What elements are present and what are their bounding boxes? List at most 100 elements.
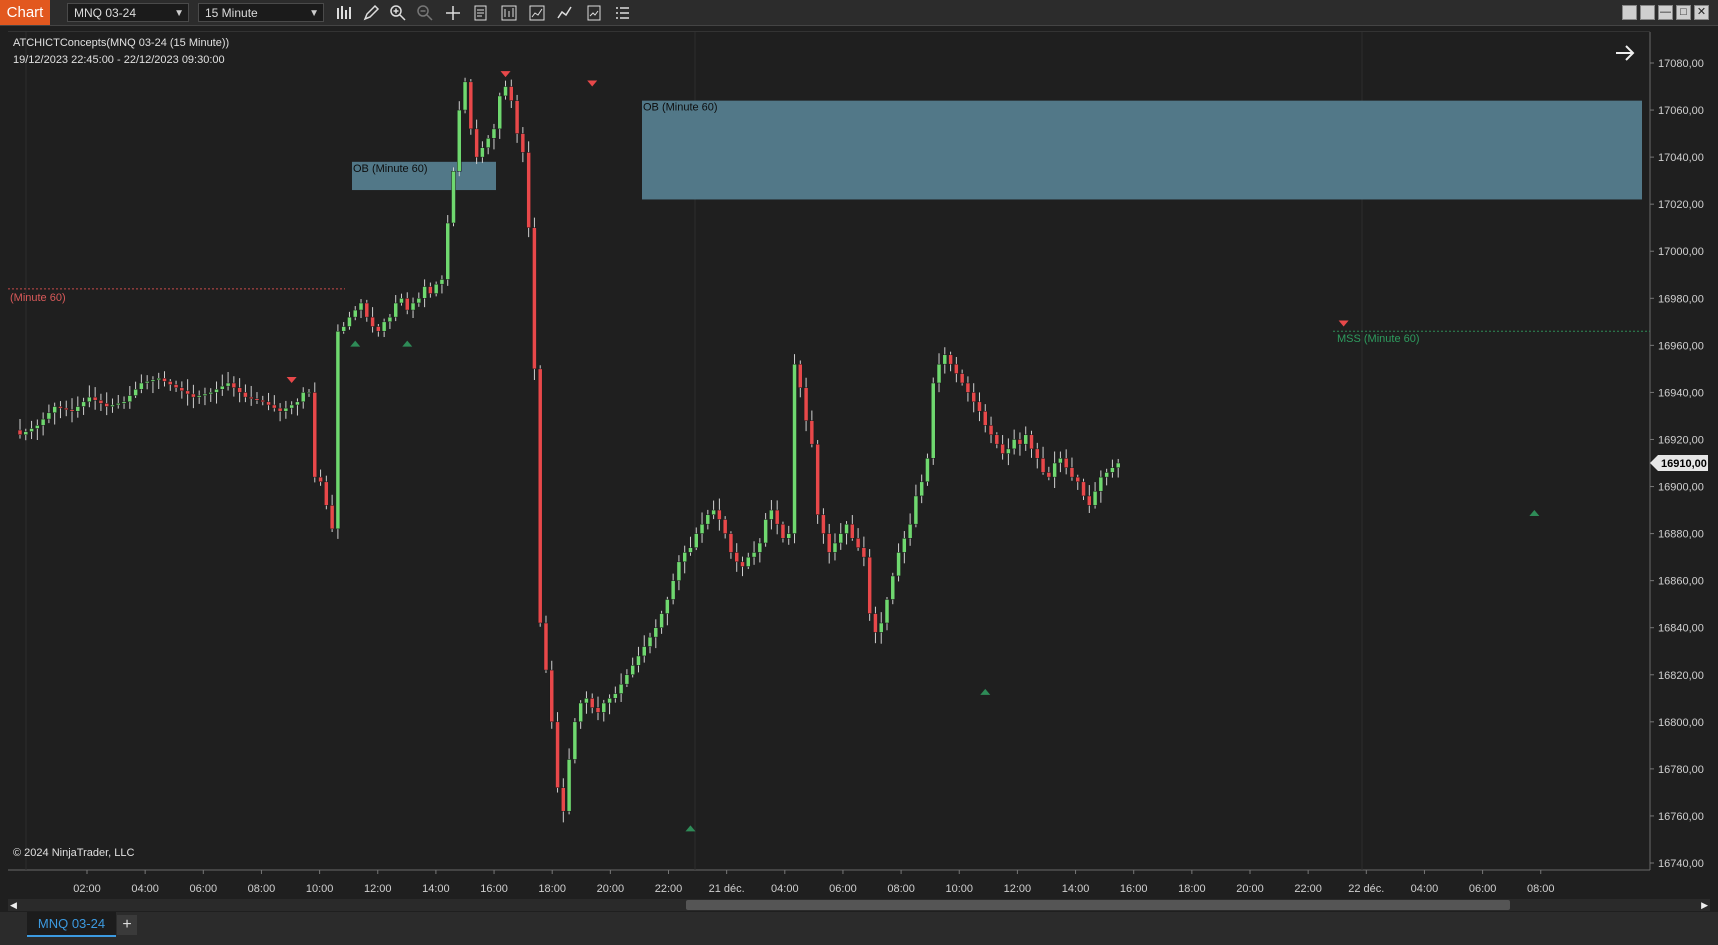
candle-body: [769, 509, 774, 520]
candle-body: [231, 382, 237, 388]
candle-body: [826, 533, 832, 553]
candle-body: [977, 401, 982, 412]
candle-body: [520, 133, 526, 153]
candle-body: [630, 665, 635, 676]
candle-body: [410, 302, 416, 311]
candle-body: [936, 363, 942, 384]
price-axis-label: 16820,00: [1658, 670, 1704, 682]
candle-body: [832, 542, 838, 553]
chart-properties-icon[interactable]: [500, 4, 518, 22]
chevron-down-icon: ▼: [174, 8, 184, 19]
candle-body: [35, 425, 40, 429]
price-axis-label: 16940,00: [1658, 387, 1704, 399]
horizontal-scrollbar[interactable]: ◀ ▶: [8, 899, 1710, 911]
candle-body: [1075, 476, 1080, 483]
instrument-select[interactable]: MNQ 03-24 ▼: [67, 3, 189, 22]
indicators-icon[interactable]: [556, 4, 574, 22]
strategies-icon[interactable]: [528, 4, 546, 22]
draw-pencil-icon[interactable]: [362, 4, 380, 22]
candle-body: [439, 279, 445, 285]
candle-body: [63, 407, 69, 410]
candle-body: [485, 138, 491, 148]
candle-body: [942, 354, 948, 365]
candle-body: [352, 309, 358, 318]
interval-select[interactable]: 15 Minute ▼: [198, 3, 324, 22]
mss-label: MSS (Minute 60): [1337, 333, 1420, 345]
candle-body: [757, 542, 763, 553]
candle-body: [618, 683, 624, 694]
time-axis-label: 18:00: [538, 883, 566, 895]
chart-toolbar: Chart MNQ 03-24 ▼ 15 Minute ▼ — □ ✕: [0, 0, 1718, 26]
time-axis-label: 02:00: [73, 883, 101, 895]
candle-body: [185, 390, 190, 395]
data-box-icon[interactable]: [472, 4, 490, 22]
candle-body: [537, 368, 543, 624]
candle-body: [867, 556, 872, 614]
candle-body: [306, 392, 312, 394]
candle-body: [133, 389, 138, 396]
candle-body: [451, 170, 456, 224]
candle-body: [578, 702, 583, 723]
candle-body: [254, 398, 260, 401]
candle-body: [405, 298, 410, 311]
candle-body: [208, 392, 213, 395]
candle-body: [572, 721, 578, 760]
crosshair-icon[interactable]: [444, 4, 462, 22]
menu-list-icon[interactable]: [613, 4, 631, 22]
close-icon[interactable]: ✕: [1694, 5, 1709, 20]
candle-body: [1029, 434, 1034, 450]
candle-body: [491, 128, 497, 139]
candle-body: [1081, 481, 1086, 497]
candle-body: [457, 109, 462, 172]
candle-body: [711, 509, 716, 516]
add-tab-button[interactable]: +: [117, 915, 137, 935]
candle-body: [798, 363, 803, 388]
candle-body: [566, 759, 572, 812]
tile-icon[interactable]: [1622, 5, 1637, 20]
price-axis-label: 17020,00: [1658, 199, 1704, 211]
candle-body: [312, 392, 318, 478]
level-left-label: (Minute 60): [10, 292, 66, 304]
candle-body: [300, 392, 306, 403]
zoom-in-icon[interactable]: [389, 4, 407, 22]
candle-body: [722, 519, 728, 534]
candle-body: [526, 152, 531, 228]
candle-body: [92, 396, 98, 401]
zoom-out-icon[interactable]: [416, 4, 434, 22]
chart-trader-icon[interactable]: [585, 4, 603, 22]
candlestick-chart[interactable]: 17080,00 17060,00 17040,00 17020,00 17000,00…: [8, 32, 1718, 900]
candle-body: [1035, 448, 1040, 459]
candle-body: [1110, 467, 1115, 473]
candle-body: [613, 693, 618, 699]
candle-body: [514, 100, 520, 134]
tile-2-icon[interactable]: [1640, 5, 1655, 20]
time-axis-label: 14:00: [1062, 883, 1090, 895]
chart-panel[interactable]: 17080,00 17060,00 17040,00 17020,00 17000,00…: [8, 31, 1708, 895]
candle-body: [248, 396, 254, 399]
time-axis-label: 08:00: [1527, 883, 1555, 895]
candle-body: [641, 646, 647, 657]
scroll-left-icon[interactable]: ◀: [10, 899, 17, 911]
candle-body: [110, 404, 115, 407]
time-axis-label: 22:00: [1294, 883, 1322, 895]
candle-body: [965, 382, 971, 393]
scroll-right-icon[interactable]: ▶: [1701, 899, 1708, 911]
candle-body: [168, 381, 173, 385]
bar-type-icon[interactable]: [335, 4, 353, 22]
candle-body: [740, 561, 745, 567]
candle-body: [532, 227, 537, 370]
instrument-tab-bar: MNQ 03-24 +: [0, 912, 1718, 945]
candle-body: [433, 283, 439, 294]
minimize-icon[interactable]: —: [1658, 5, 1673, 20]
scrollbar-thumb[interactable]: [686, 900, 1510, 910]
maximize-icon[interactable]: □: [1676, 5, 1691, 20]
interval-select-value: 15 Minute: [205, 6, 258, 20]
candle-body: [896, 552, 901, 577]
tab-mnq-03-24[interactable]: MNQ 03-24: [27, 912, 116, 937]
chart-tab[interactable]: Chart: [0, 0, 50, 25]
candle-body: [1087, 495, 1092, 506]
candle-body: [705, 514, 711, 525]
candle-body: [295, 401, 300, 406]
candle-body: [75, 406, 81, 412]
candle-body: [647, 636, 653, 647]
